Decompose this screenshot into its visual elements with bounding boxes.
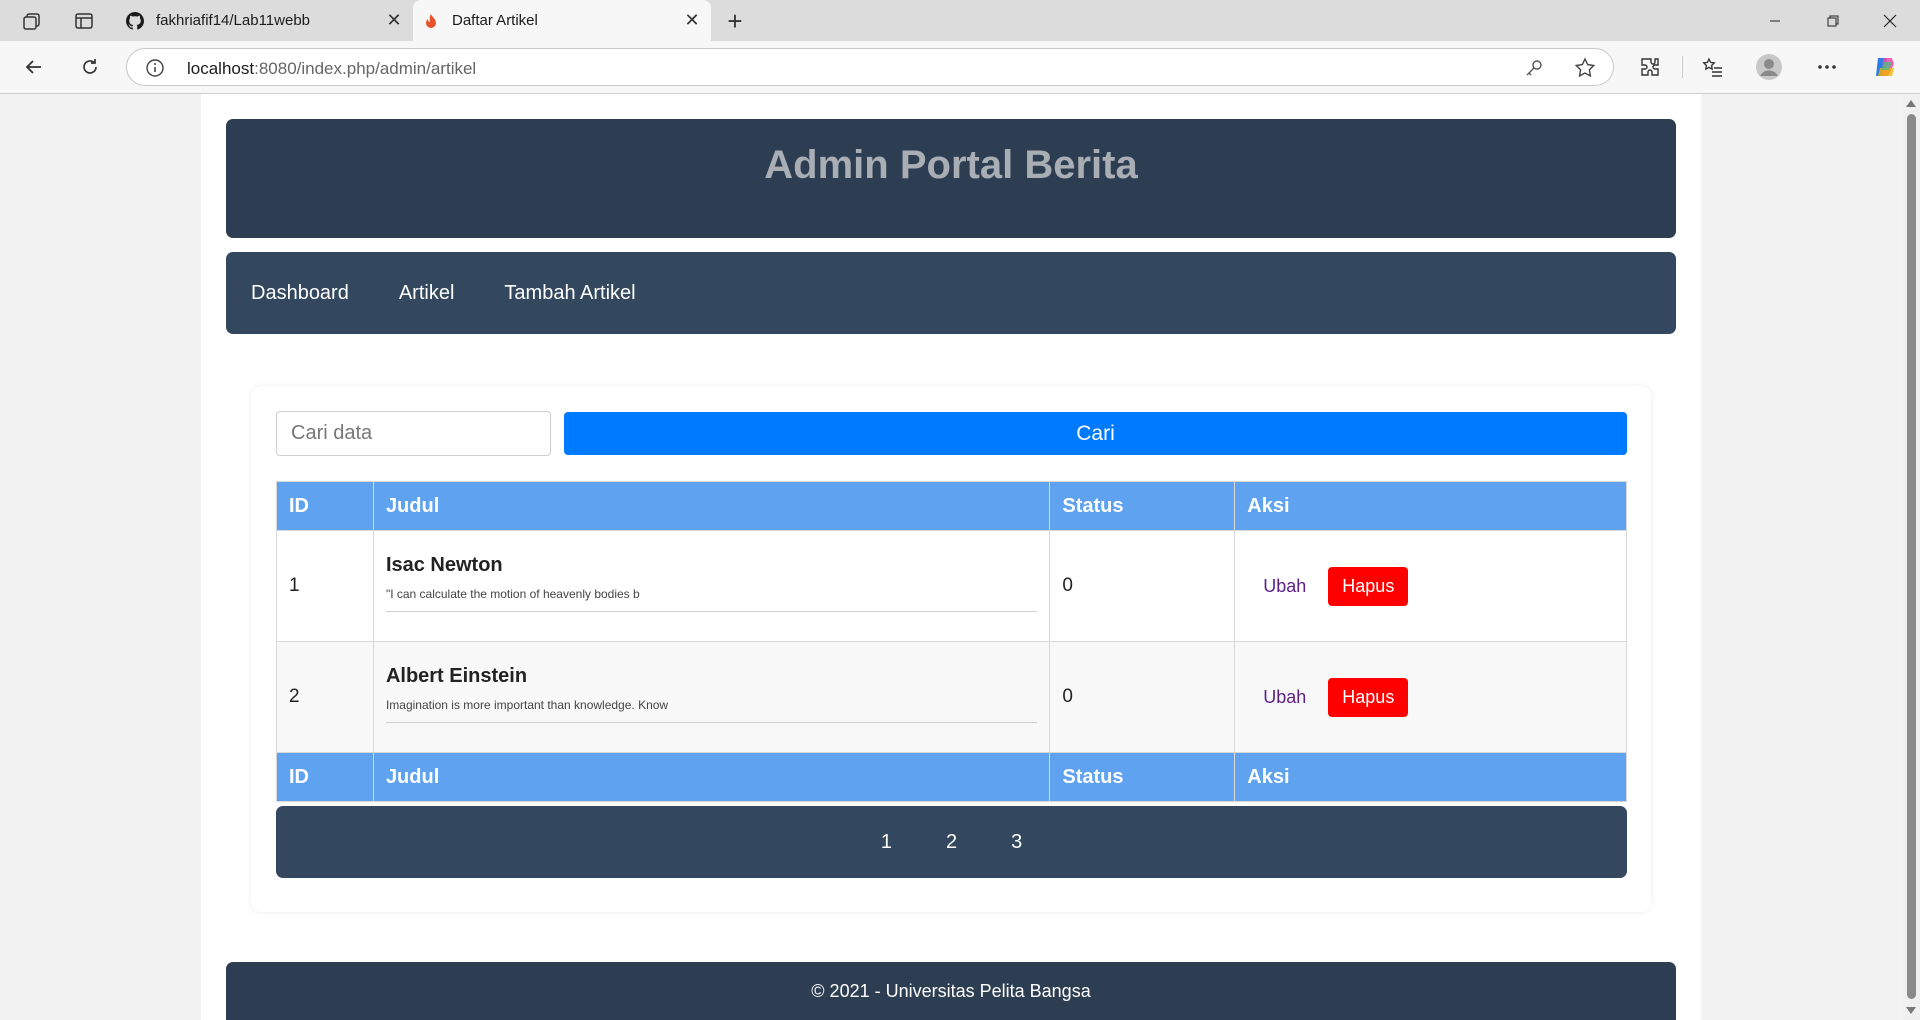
nav-item-artikel[interactable]: Artikel [399, 282, 455, 305]
extensions-icon[interactable] [1633, 50, 1667, 84]
article-title: Isac Newton [385, 554, 503, 576]
refresh-icon[interactable] [73, 50, 107, 84]
cell-judul: Isac Newton "I can calculate the motion … [372, 530, 1051, 642]
delete-button[interactable]: Hapus [1328, 566, 1409, 606]
close-tab-icon[interactable]: ✕ [379, 6, 409, 36]
page-viewport: Admin Portal Berita Dashboard Artikel Ta… [0, 94, 1903, 1020]
column-header-judul: Judul [372, 481, 1051, 531]
scroll-up-arrow-icon[interactable] [1906, 100, 1916, 107]
cell-aksi: Ubah Hapus [1234, 641, 1627, 753]
close-window-icon[interactable] [1861, 0, 1918, 41]
site-footer: © 2021 - Universitas Pelita Bangsa [226, 962, 1676, 1020]
nav-item-dashboard[interactable]: Dashboard [251, 282, 349, 305]
search-input[interactable] [276, 411, 551, 456]
column-footer-status: Status [1049, 752, 1236, 802]
page-title: Admin Portal Berita [764, 143, 1138, 187]
article-excerpt: "I can calculate the motion of heavenly … [385, 587, 640, 601]
page-container: Admin Portal Berita Dashboard Artikel Ta… [201, 94, 1701, 1020]
nav-item-tambah-artikel[interactable]: Tambah Artikel [504, 282, 635, 305]
edit-link[interactable]: Ubah [1263, 687, 1306, 707]
address-bar[interactable]: localhost:8080/index.php/admin/artikel [126, 48, 1614, 86]
cell-judul: Albert Einstein Imagination is more impo… [372, 641, 1051, 753]
table-row: 2 Albert Einstein Imagination is more im… [276, 641, 1627, 753]
tab-title: fakhriafif14/Lab11webb [156, 12, 310, 29]
scroll-down-arrow-icon[interactable] [1906, 1007, 1916, 1014]
browser-toolbar: localhost:8080/index.php/admin/artikel [0, 41, 1920, 94]
back-arrow-icon[interactable] [17, 50, 51, 84]
restore-icon[interactable] [1804, 0, 1861, 41]
column-footer-aksi: Aksi [1234, 752, 1627, 802]
close-tab-icon[interactable]: ✕ [677, 6, 707, 36]
delete-button[interactable]: Hapus [1328, 677, 1409, 717]
page-link-2[interactable]: 2 [946, 831, 957, 854]
url-path: :8080/index.php/admin/artikel [254, 59, 477, 78]
footer-text: © 2021 - Universitas Pelita Bangsa [811, 980, 1091, 1001]
tab-title: Daftar Artikel [452, 12, 538, 29]
article-excerpt: Imagination is more important than knowl… [385, 698, 669, 712]
more-options-icon[interactable] [1810, 50, 1844, 84]
favorite-star-icon[interactable] [1574, 57, 1596, 79]
url-host: localhost [187, 59, 255, 78]
column-footer-id: ID [276, 752, 374, 802]
cell-status: 0 [1049, 641, 1236, 753]
column-header-id: ID [276, 481, 374, 531]
article-summary: Isac Newton "I can calculate the motion … [385, 554, 1038, 612]
favorites-icon[interactable] [1696, 50, 1730, 84]
url-text[interactable]: localhost:8080/index.php/admin/artikel [187, 59, 476, 79]
cell-aksi: Ubah Hapus [1234, 530, 1627, 642]
browser-tab-bar: fakhriafif14/Lab11webb ✕ Daftar Artikel … [0, 0, 1920, 41]
cell-status: 0 [1049, 530, 1236, 642]
cell-id: 1 [276, 530, 374, 642]
table-header-row: ID Judul Status Aksi [276, 481, 1627, 531]
table-footer-row: ID Judul Status Aksi [276, 752, 1627, 802]
workspaces-icon[interactable] [22, 11, 42, 31]
site-info-icon[interactable] [145, 58, 165, 78]
copilot-icon[interactable] [1868, 50, 1902, 84]
article-summary: Albert Einstein Imagination is more impo… [385, 665, 1038, 723]
github-icon [126, 11, 144, 30]
minimize-icon[interactable] [1746, 0, 1803, 41]
cell-id: 2 [276, 641, 374, 753]
toolbar-divider [1682, 56, 1683, 78]
browser-tab-daftar-artikel[interactable]: Daftar Artikel ✕ [413, 0, 711, 41]
search-button[interactable]: Cari [564, 412, 1627, 455]
column-header-aksi: Aksi [1234, 481, 1627, 531]
column-header-status: Status [1049, 481, 1236, 531]
pagination: 1 2 3 [276, 806, 1627, 878]
scrollbar-thumb[interactable] [1907, 114, 1916, 999]
page-link-3[interactable]: 3 [1011, 831, 1022, 854]
browser-tab-github[interactable]: fakhriafif14/Lab11webb ✕ [117, 0, 413, 41]
tab-actions-icon[interactable] [74, 11, 94, 31]
site-header: Admin Portal Berita [226, 119, 1676, 238]
table-row: 1 Isac Newton "I can calculate the motio… [276, 530, 1627, 642]
main-nav: Dashboard Artikel Tambah Artikel [226, 252, 1676, 334]
articles-table: ID Judul Status Aksi 1 Isac Newton "I ca… [276, 481, 1627, 802]
key-icon[interactable] [1523, 57, 1545, 79]
article-title: Albert Einstein [385, 665, 528, 687]
edit-link[interactable]: Ubah [1263, 576, 1306, 596]
column-footer-judul: Judul [372, 752, 1051, 802]
page-link-1[interactable]: 1 [881, 831, 892, 854]
content-card: Cari ID Judul Status Aksi 1 [251, 386, 1651, 912]
vertical-scrollbar[interactable] [1903, 94, 1920, 1020]
profile-avatar-icon[interactable] [1752, 50, 1786, 84]
new-tab-button[interactable]: + [720, 6, 750, 36]
flame-icon [422, 12, 440, 30]
